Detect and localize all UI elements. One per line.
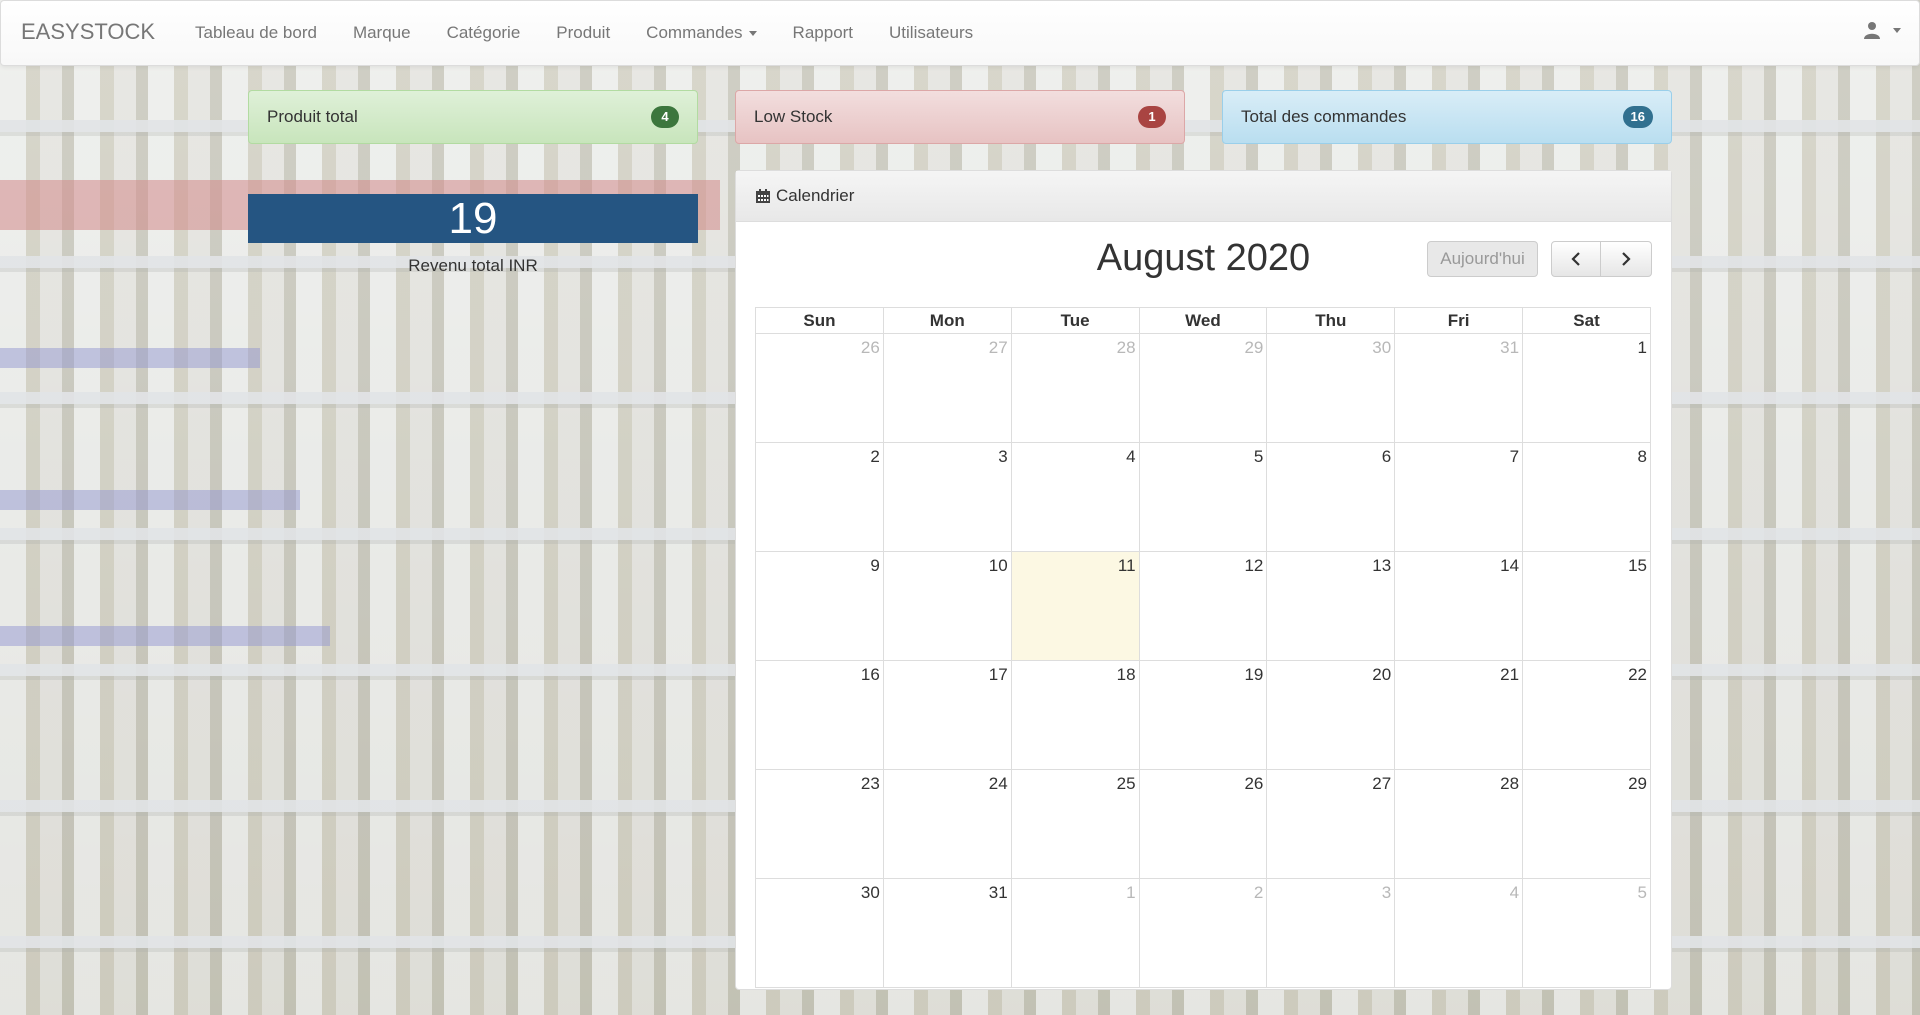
nav-link-brand[interactable]: Marque — [335, 23, 429, 43]
day-cell[interactable]: 16 — [755, 660, 884, 770]
stat-total-products-badge: 4 — [651, 106, 679, 128]
calendar-week-row: 16 17 18 19 20 21 22 — [755, 660, 1651, 770]
weekday-header: Tue — [1010, 307, 1140, 334]
chevron-left-icon — [1571, 252, 1580, 266]
nav-link-category[interactable]: Catégorie — [429, 23, 539, 43]
day-cell[interactable]: 17 — [882, 660, 1012, 770]
stat-low-stock[interactable]: Low Stock 1 — [735, 90, 1185, 144]
day-cell-other-month[interactable]: 26 — [755, 333, 884, 443]
calendar-panel: Calendrier August 2020 Aujourd'hui Sun M… — [735, 170, 1672, 990]
brand-logo[interactable]: EASYSTOCK — [21, 19, 155, 45]
day-cell-other-month[interactable]: 1 — [1010, 878, 1140, 988]
day-cell-other-month[interactable]: 5 — [1522, 878, 1651, 988]
user-icon — [1864, 22, 1880, 39]
nav-links: Tableau de bord Marque Catégorie Produit… — [177, 1, 991, 65]
day-cell-other-month[interactable]: 28 — [1010, 333, 1140, 443]
day-cell[interactable]: 10 — [882, 551, 1012, 661]
weekday-header: Fri — [1394, 307, 1524, 334]
day-cell[interactable]: 4 — [1010, 442, 1140, 552]
day-cell-other-month[interactable]: 30 — [1266, 333, 1396, 443]
stat-total-orders-badge: 16 — [1622, 106, 1653, 128]
weekday-header: Thu — [1266, 307, 1396, 334]
stat-total-products[interactable]: Produit total 4 — [248, 90, 698, 144]
calendar-week-row: 23 24 25 26 27 28 29 — [755, 769, 1651, 879]
day-cell-other-month[interactable]: 4 — [1394, 878, 1524, 988]
revenue-value: 19 — [248, 194, 698, 243]
calendar-panel-heading: Calendrier — [736, 171, 1671, 222]
day-cell[interactable]: 9 — [755, 551, 884, 661]
day-cell[interactable]: 8 — [1522, 442, 1651, 552]
day-cell[interactable]: 6 — [1266, 442, 1396, 552]
weekday-header: Mon — [882, 307, 1012, 334]
day-cell[interactable]: 3 — [882, 442, 1012, 552]
stat-total-orders-label: Total des commandes — [1241, 107, 1407, 126]
caret-down-icon — [1893, 27, 1901, 33]
today-button[interactable]: Aujourd'hui — [1427, 241, 1538, 277]
day-cell[interactable]: 14 — [1394, 551, 1524, 661]
calendar-heading-label: Calendrier — [776, 186, 855, 205]
stat-low-stock-label: Low Stock — [754, 107, 833, 126]
revenue-caption: Revenu total INR — [408, 256, 538, 275]
weekday-header: Wed — [1138, 307, 1268, 334]
day-cell[interactable]: 12 — [1138, 551, 1268, 661]
day-cell[interactable]: 2 — [755, 442, 884, 552]
top-navbar: EASYSTOCK Tableau de bord Marque Catégor… — [0, 0, 1920, 66]
next-month-button[interactable] — [1600, 241, 1652, 277]
calendar-icon — [756, 189, 770, 203]
calendar-week-row: 2 3 4 5 6 7 8 — [755, 442, 1651, 552]
nav-dropdown-orders-label: Commandes — [646, 23, 743, 42]
day-cell-today[interactable]: 11 — [1010, 551, 1140, 661]
day-cell[interactable]: 19 — [1138, 660, 1268, 770]
caret-down-icon — [748, 31, 757, 37]
day-cell[interactable]: 7 — [1394, 442, 1524, 552]
user-menu-dropdown[interactable] — [1863, 21, 1901, 39]
day-cell[interactable]: 31 — [882, 878, 1012, 988]
nav-link-product[interactable]: Produit — [538, 23, 628, 43]
day-cell[interactable]: 15 — [1522, 551, 1651, 661]
day-cell[interactable]: 1 — [1522, 333, 1651, 443]
day-cell[interactable]: 27 — [1266, 769, 1396, 879]
day-cell[interactable]: 24 — [882, 769, 1012, 879]
day-cell[interactable]: 28 — [1394, 769, 1524, 879]
day-cell[interactable]: 23 — [755, 769, 884, 879]
weekday-header: Sun — [755, 307, 884, 334]
day-cell[interactable]: 21 — [1394, 660, 1524, 770]
nav-link-report[interactable]: Rapport — [775, 23, 871, 43]
stat-total-products-label: Produit total — [267, 107, 358, 126]
nav-link-users[interactable]: Utilisateurs — [871, 23, 991, 43]
weekday-header: Sat — [1522, 307, 1651, 334]
day-cell-other-month[interactable]: 31 — [1394, 333, 1524, 443]
day-cell-other-month[interactable]: 29 — [1138, 333, 1268, 443]
nav-link-dashboard[interactable]: Tableau de bord — [177, 23, 335, 43]
weekday-header-row: Sun Mon Tue Wed Thu Fri Sat — [755, 307, 1651, 334]
chevron-right-icon — [1622, 252, 1631, 266]
day-cell[interactable]: 29 — [1522, 769, 1651, 879]
day-cell[interactable]: 30 — [755, 878, 884, 988]
calendar-week-row: 9 10 11 12 13 14 15 — [755, 551, 1651, 661]
day-cell[interactable]: 5 — [1138, 442, 1268, 552]
calendar-week-row: 30 31 1 2 3 4 5 — [755, 878, 1651, 988]
stat-total-orders[interactable]: Total des commandes 16 — [1222, 90, 1672, 144]
day-cell[interactable]: 18 — [1010, 660, 1140, 770]
day-cell-other-month[interactable]: 27 — [882, 333, 1012, 443]
calendar-week-row: 26 27 28 29 30 31 1 — [755, 333, 1651, 443]
day-cell[interactable]: 22 — [1522, 660, 1651, 770]
stat-low-stock-badge: 1 — [1138, 106, 1166, 128]
calendar-grid: Sun Mon Tue Wed Thu Fri Sat 26 27 28 29 … — [755, 307, 1651, 988]
day-cell[interactable]: 25 — [1010, 769, 1140, 879]
day-cell[interactable]: 20 — [1266, 660, 1396, 770]
day-cell[interactable]: 26 — [1138, 769, 1268, 879]
day-cell-other-month[interactable]: 3 — [1266, 878, 1396, 988]
prev-month-button[interactable] — [1551, 241, 1601, 277]
day-cell[interactable]: 13 — [1266, 551, 1396, 661]
day-cell-other-month[interactable]: 2 — [1138, 878, 1268, 988]
nav-dropdown-orders[interactable]: Commandes — [628, 23, 774, 43]
